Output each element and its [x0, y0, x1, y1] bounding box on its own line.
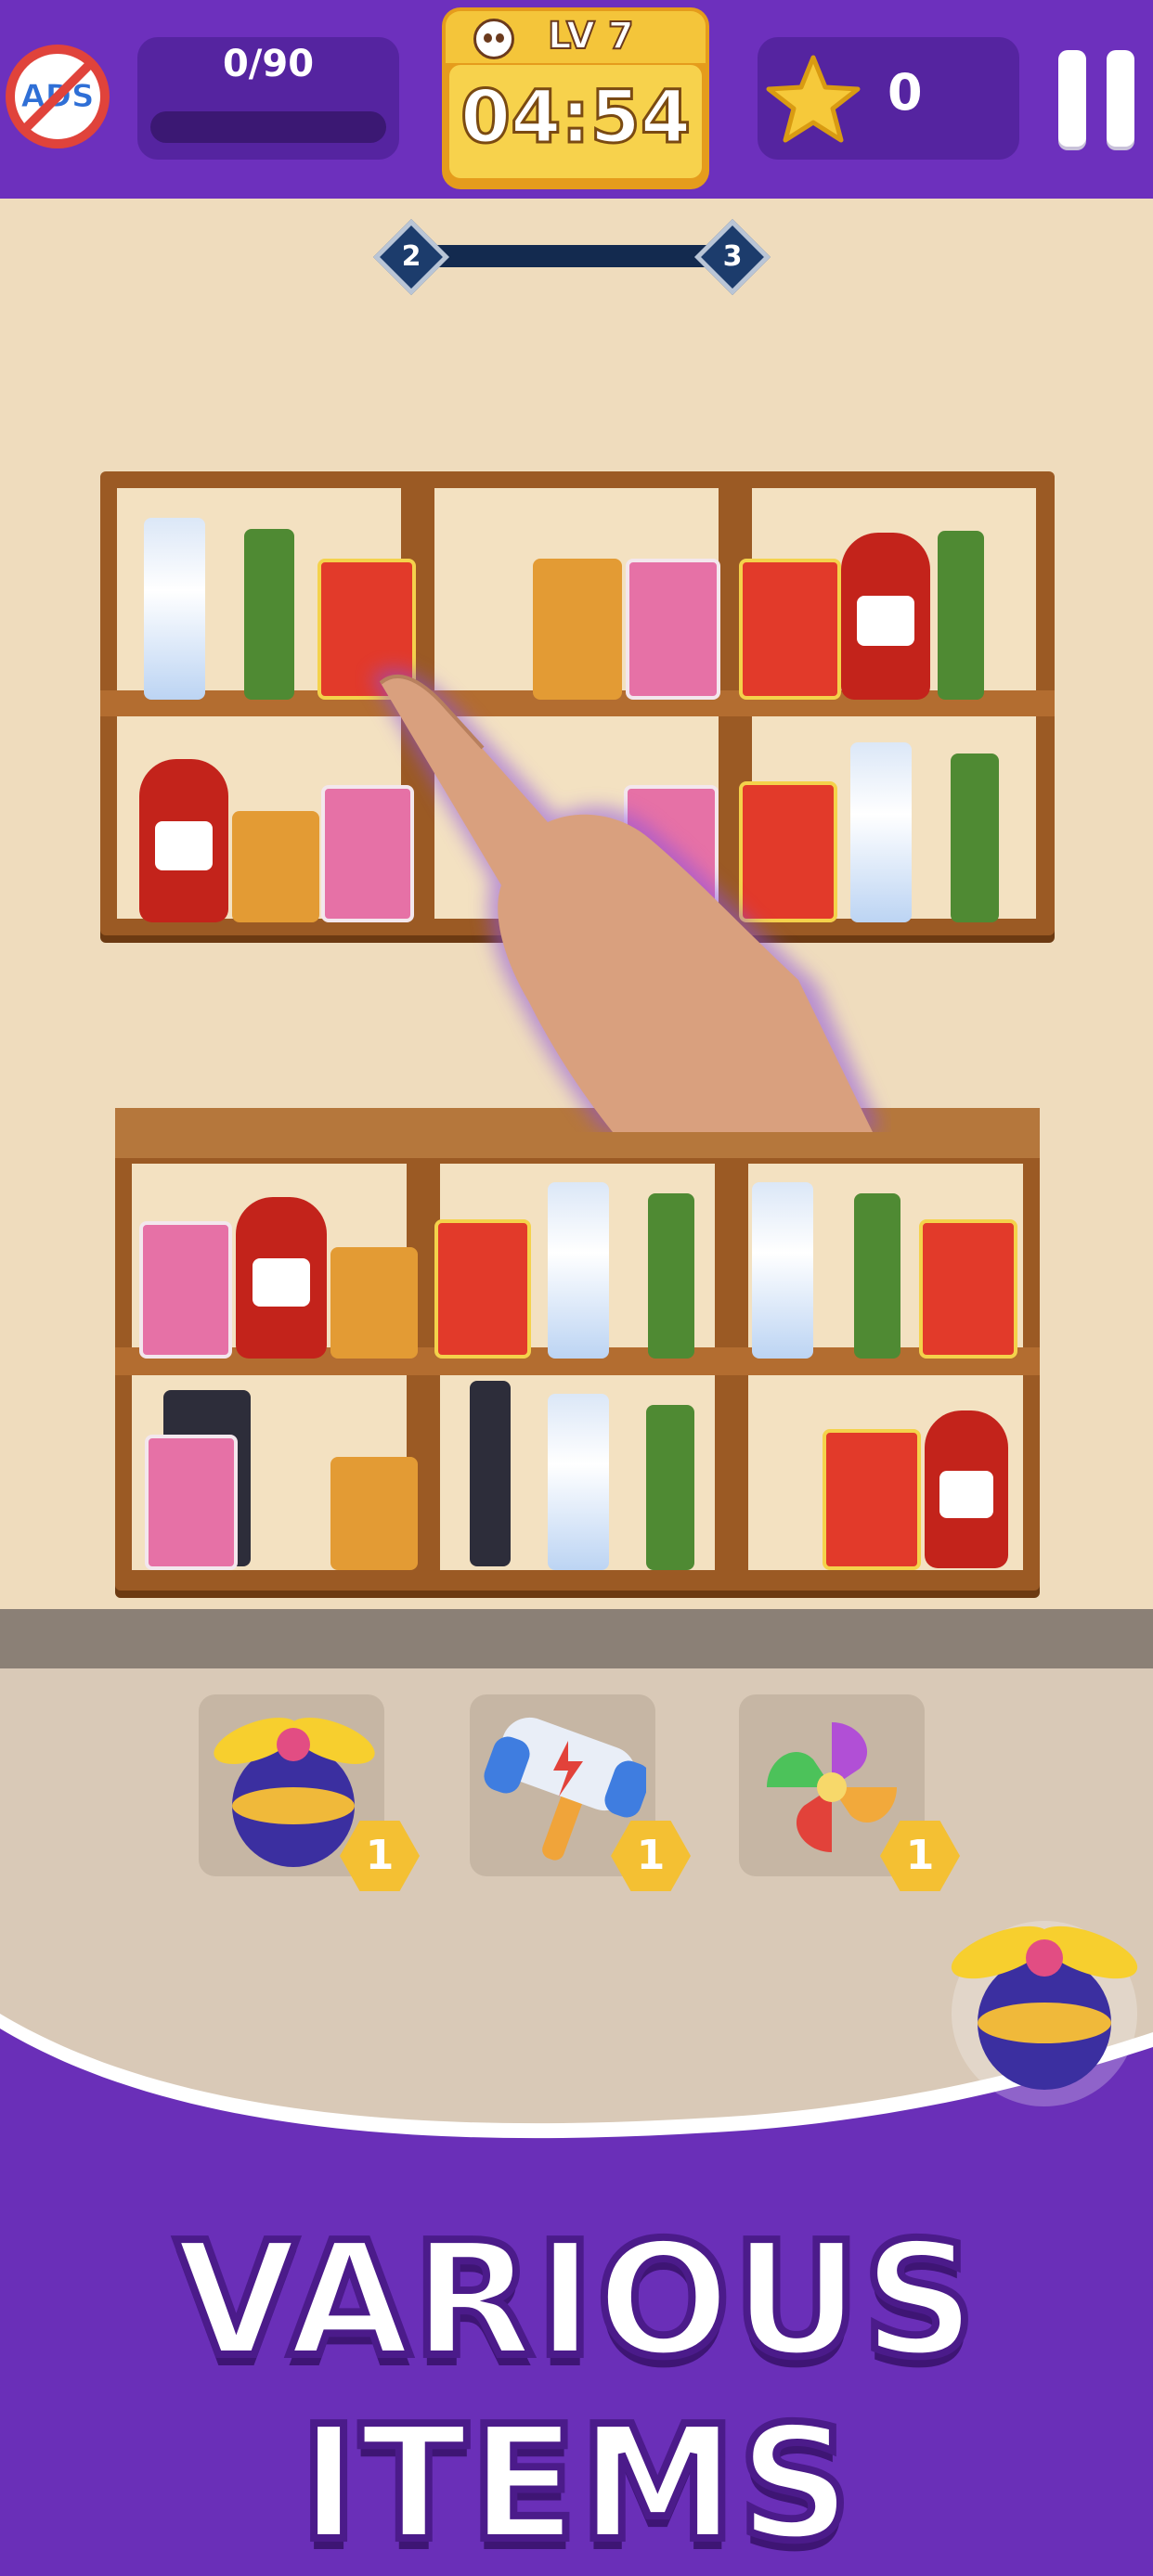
fish-sticks-box[interactable] — [951, 753, 999, 922]
progress-text: 0/90 — [222, 43, 315, 85]
progress-bar — [150, 111, 386, 143]
chicken-nuggets-box[interactable] — [232, 811, 319, 922]
promo-title: VARIOUS ITEMS — [172, 2205, 980, 2576]
pizza-fries-box[interactable] — [145, 1435, 238, 1570]
star-panel: 0 — [758, 37, 1019, 160]
level-header: LV 7 — [446, 11, 706, 63]
booster-pinwheel-button[interactable]: 1 — [739, 1694, 960, 1891]
pause-button[interactable] — [1058, 50, 1136, 147]
tutorial-hand-icon — [371, 668, 882, 1132]
skull-icon — [473, 19, 514, 59]
ketchup-bottle[interactable] — [925, 1410, 1008, 1568]
star-count: 0 — [887, 63, 923, 122]
fish-sticks-box[interactable] — [244, 529, 294, 700]
level-label: LV 7 — [547, 14, 635, 58]
fish-sticks-box[interactable] — [648, 1193, 694, 1359]
burger-box[interactable] — [919, 1219, 1017, 1359]
ketchup-bottle[interactable] — [236, 1197, 327, 1359]
stage-current-label: 2 — [401, 240, 421, 273]
creamy-whip-can[interactable] — [752, 1182, 813, 1359]
fish-sticks-box[interactable] — [854, 1193, 900, 1359]
creamy-whip-can[interactable] — [548, 1394, 609, 1570]
dark-box[interactable] — [470, 1381, 511, 1566]
ketchup-bottle[interactable] — [139, 759, 228, 922]
burger-box[interactable] — [434, 1219, 531, 1359]
pizza-fries-box[interactable] — [139, 1221, 232, 1359]
star-icon — [766, 55, 861, 143]
booster-propeller-button[interactable]: 1 — [199, 1694, 420, 1891]
timer-text: 04:54 — [459, 75, 692, 161]
chicken-nuggets-box[interactable] — [330, 1247, 418, 1359]
ads-label: ADS — [20, 78, 95, 116]
timer-face: 04:54 — [449, 65, 702, 178]
booster-hammer-button[interactable]: 1 — [470, 1694, 691, 1891]
burger-box[interactable] — [823, 1429, 921, 1570]
progress-panel: 0/90 — [137, 37, 399, 160]
fish-sticks-box[interactable] — [646, 1405, 694, 1570]
no-ads-button[interactable]: ADS — [6, 45, 110, 148]
level-timer: LV 7 04:54 — [442, 7, 709, 189]
stage-next-label: 3 — [722, 240, 743, 273]
propeller-decoration-icon — [951, 1921, 1138, 2106]
tray-edge — [0, 1609, 1153, 1668]
creamy-whip-can[interactable] — [548, 1182, 609, 1359]
fish-sticks-box[interactable] — [938, 531, 984, 700]
stage-progress-bar — [399, 245, 745, 267]
chicken-nuggets-box[interactable] — [330, 1457, 418, 1570]
creamy-whip-can[interactable] — [144, 518, 205, 700]
